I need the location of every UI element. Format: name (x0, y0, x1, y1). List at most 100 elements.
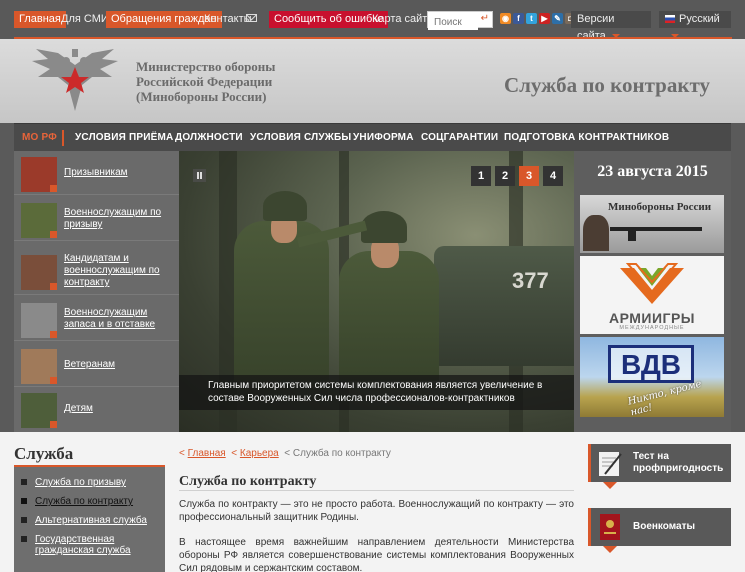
soldier-silhouette (583, 215, 609, 251)
language-dropdown[interactable]: Русский (659, 11, 731, 39)
category-item[interactable]: Призывникам (14, 151, 179, 195)
category-label[interactable]: Военнослужащим запаса и в отставке (64, 297, 174, 341)
search-input[interactable] (428, 15, 478, 30)
soldier-figure (339, 251, 439, 381)
russia-flag-icon (665, 15, 675, 24)
slide-page-button[interactable]: 4 (543, 166, 563, 186)
page-title: Служба по контракту (179, 474, 317, 489)
category-thumbnail (21, 203, 57, 238)
category-thumbnail (21, 255, 57, 290)
ministry-line: (Минобороны России) (136, 89, 267, 104)
military-id-icon (600, 514, 620, 540)
double-headed-eagle-emblem-icon[interactable] (28, 45, 122, 117)
facebook-icon[interactable]: f (513, 13, 524, 24)
hero-slider[interactable]: 377 1 2 3 4 Главным приоритетом системы … (179, 151, 574, 432)
nav-item-mo-rf[interactable]: МО РФ (22, 124, 57, 152)
ministry-line: Министерство обороны (136, 59, 276, 74)
category-item[interactable]: Ветеранам (14, 343, 179, 387)
audience-menu: Призывникам Военнослужащим по призыву Ка… (14, 151, 179, 432)
sidebar-item-civil-service[interactable]: Государственная гражданская служба (21, 534, 161, 556)
soldier-helmet (361, 211, 407, 243)
category-label[interactable]: Призывникам (64, 151, 174, 195)
army-games-banner[interactable]: АРМИИГРЫ МЕЖДУНАРОДНЫЕ (580, 256, 724, 334)
search-submit-icon[interactable]: ↵ (481, 13, 489, 24)
vdv-banner[interactable]: ВДВ Никто, кроме нас! (580, 337, 724, 418)
breadcrumb: < Главная < Карьера < Служба по контракт… (179, 448, 391, 459)
content-paragraph: В настоящее время важнейшим направлением… (179, 537, 574, 572)
category-thumbnail (21, 349, 57, 384)
right-column: 23 августа 2015 Минобороны России АРМИИГ… (574, 151, 731, 432)
nav-separator (62, 130, 64, 146)
contacts-link[interactable]: Контакты (204, 11, 252, 28)
slide-page-button[interactable]: 2 (495, 166, 515, 186)
twitter-icon[interactable]: t (526, 13, 537, 24)
home-link[interactable]: Главная (14, 11, 66, 28)
category-item[interactable]: Кандидатам и военнослужащим по контракту (14, 247, 179, 295)
category-label[interactable]: Военнослужащим по призыву (64, 197, 174, 241)
aptitude-test-widget[interactable]: Тест на профпригодность (588, 444, 731, 489)
sitemap-link[interactable]: Карта сайта (372, 11, 433, 28)
category-label[interactable]: Кандидатам и военнослужащим по контракту (64, 247, 174, 295)
army-games-logo-icon (620, 263, 684, 304)
ministry-banner[interactable]: Минобороны России (580, 195, 724, 253)
test-sheet-icon (599, 452, 622, 476)
category-item[interactable]: Военнослужащим по призыву (14, 197, 179, 241)
army-games-subtitle: МЕЖДУНАРОДНЫЕ (619, 325, 685, 331)
slide-page-button-active[interactable]: 3 (519, 166, 539, 186)
vdv-frame: ВДВ (608, 345, 694, 383)
soldier-helmet (263, 191, 307, 221)
category-item[interactable]: Детям (14, 387, 179, 431)
nav-item-social-guarantees[interactable]: СОЦГАРАНТИИ (421, 124, 498, 152)
sidebar-item-conscription[interactable]: Служба по призыву (21, 477, 161, 488)
breadcrumb-separator: < (228, 448, 238, 459)
content-paragraph: Служба по контракту — это не просто рабо… (179, 499, 574, 523)
mail-icon[interactable] (246, 14, 257, 22)
category-thumbnail (21, 393, 57, 428)
pause-icon[interactable] (193, 169, 206, 182)
nav-item-positions[interactable]: ДОЛЖНОСТИ (175, 124, 243, 152)
report-error-button[interactable]: Сообщить об ошибке (269, 11, 389, 28)
search-box: ↵ (427, 11, 493, 30)
category-label[interactable]: Ветеранам (64, 343, 174, 387)
category-item[interactable]: Военнослужащим запаса и в отставке (14, 297, 179, 341)
content-area: Служба Служба по призыву Служба по контр… (0, 432, 745, 572)
livejournal-icon[interactable]: ✎ (552, 13, 563, 24)
ministry-banner-text: Минобороны России (608, 201, 712, 213)
nav-item-admission[interactable]: УСЛОВИЯ ПРИЁМА (75, 124, 173, 152)
breadcrumb-career[interactable]: Карьера (240, 448, 279, 459)
army-games-title: АРМИИГРЫ (608, 310, 696, 326)
sidebar-menu: Служба по призыву Служба по контракту Ал… (14, 467, 165, 572)
breadcrumb-separator: < (179, 448, 185, 459)
enlistment-offices-widget[interactable]: Военкоматы (588, 508, 731, 553)
site-header: Министерство обороны Российской Федераци… (0, 39, 745, 123)
vdv-title: ВДВ (620, 349, 682, 380)
rifle-icon (610, 227, 702, 241)
nav-item-service-conditions[interactable]: УСЛОВИЯ СЛУЖБЫ (250, 124, 351, 152)
breadcrumb-current: Служба по контракту (292, 448, 391, 459)
slide-caption[interactable]: Главным приоритетом системы комплектован… (179, 375, 574, 410)
site-versions-dropdown[interactable]: Версии сайта (571, 11, 651, 42)
breadcrumb-home[interactable]: Главная (188, 448, 226, 459)
category-label[interactable]: Детям (64, 387, 174, 431)
nav-item-uniform[interactable]: УНИФОРМА (353, 124, 414, 152)
current-date: 23 августа 2015 (597, 163, 708, 180)
youtube-icon[interactable]: ▶ (539, 13, 550, 24)
soldier-figure (234, 221, 329, 381)
aptitude-test-label[interactable]: Тест на профпригодность (633, 444, 731, 482)
title-divider (179, 490, 574, 491)
nav-item-training[interactable]: ПОДГОТОВКА КОНТРАКТНИКОВ (504, 124, 669, 152)
ministry-name: Министерство обороны Российской Федераци… (136, 59, 275, 104)
enlistment-offices-label[interactable]: Военкоматы (633, 508, 695, 546)
media-link[interactable]: Для СМИ (61, 11, 109, 28)
sidebar-item-alternative[interactable]: Альтернативная служба (21, 515, 161, 526)
armored-vehicle: 377 (434, 246, 574, 366)
sidebar-item-contract[interactable]: Служба по контракту (21, 496, 161, 507)
rss-icon[interactable]: ◉ (500, 13, 511, 24)
top-bar: Главная Для СМИ Обращения граждан Контак… (0, 0, 745, 42)
category-thumbnail (21, 303, 57, 338)
main-nav: МО РФ УСЛОВИЯ ПРИЁМА ДОЛЖНОСТИ УСЛОВИЯ С… (14, 123, 731, 151)
vehicle-number: 377 (512, 268, 549, 293)
slide-page-button[interactable]: 1 (471, 166, 491, 186)
ministry-line: Российской Федерации (136, 74, 273, 89)
section-title: Служба по контракту (503, 73, 710, 97)
